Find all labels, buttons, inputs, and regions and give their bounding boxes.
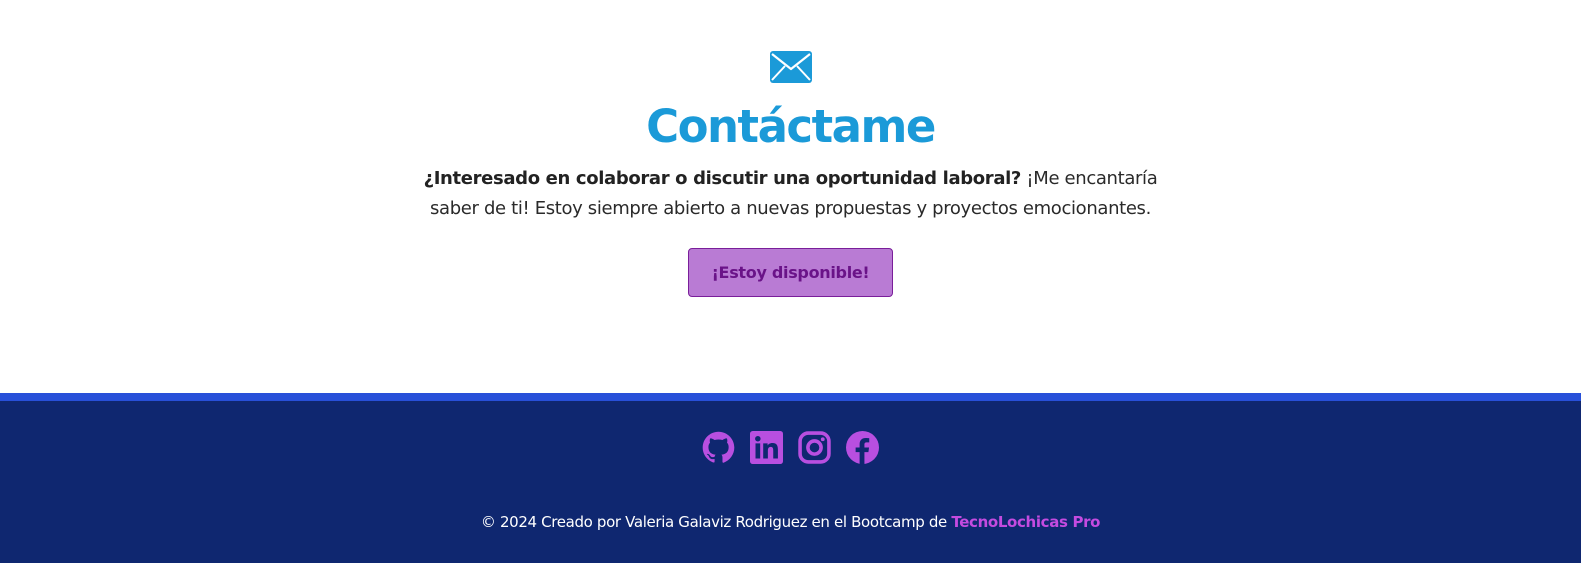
- linkedin-icon[interactable]: [750, 431, 783, 464]
- social-links: [0, 431, 1581, 464]
- github-icon[interactable]: [702, 431, 735, 464]
- footer: © 2024 Creado por Valeria Galaviz Rodrig…: [0, 401, 1581, 563]
- brand-link[interactable]: TecnoLochicas Pro: [951, 513, 1100, 531]
- footer-divider: [0, 393, 1581, 401]
- page: Contáctame ¿Interesado en colaborar o di…: [0, 0, 1581, 563]
- available-button[interactable]: ¡Estoy disponible!: [688, 248, 893, 297]
- contact-description: ¿Interesado en colaborar o discutir una …: [398, 164, 1183, 224]
- instagram-icon[interactable]: [798, 431, 831, 464]
- copyright-text: © 2024 Creado por Valeria Galaviz Rodrig…: [0, 513, 1581, 531]
- contact-title: Contáctame: [646, 100, 936, 153]
- contact-section: Contáctame ¿Interesado en colaborar o di…: [0, 0, 1581, 393]
- facebook-icon[interactable]: [846, 431, 879, 464]
- envelope-icon: [770, 51, 812, 83]
- contact-description-bold: ¿Interesado en colaborar o discutir una …: [423, 168, 1022, 189]
- copyright-label: © 2024 Creado por Valeria Galaviz Rodrig…: [480, 513, 952, 531]
